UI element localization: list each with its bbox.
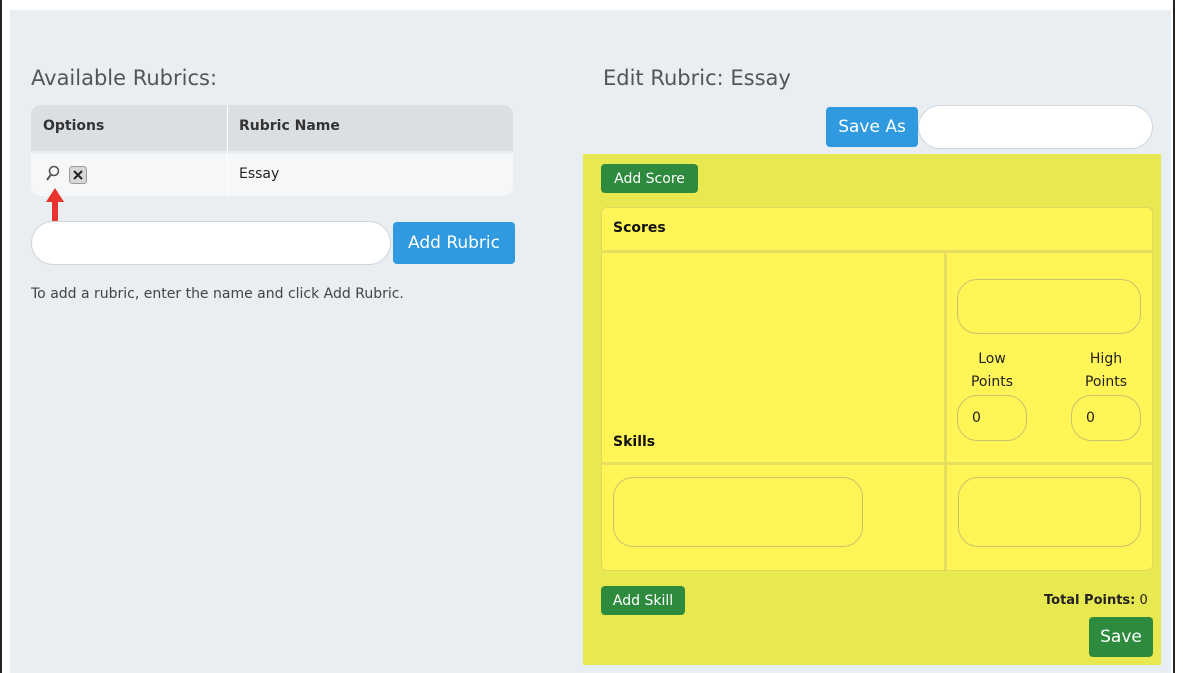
- total-points: Total Points: 0: [1044, 593, 1148, 608]
- low-points-label: Low Points: [970, 351, 1014, 390]
- grid-divider: [602, 462, 1152, 465]
- save-as-input[interactable]: [918, 105, 1153, 149]
- delete-icon[interactable]: [69, 166, 87, 184]
- low-points-input[interactable]: [957, 395, 1027, 441]
- add-rubric-input[interactable]: [31, 221, 391, 265]
- add-skill-button[interactable]: Add Skill: [601, 586, 685, 615]
- grid-divider: [944, 253, 947, 570]
- skills-label: Skills: [613, 434, 656, 450]
- column-header-options: Options: [43, 118, 105, 134]
- skill-name-input[interactable]: [613, 477, 863, 547]
- column-divider: [227, 105, 228, 196]
- rubric-name-cell[interactable]: Essay: [239, 166, 279, 182]
- skill-description-input[interactable]: [958, 477, 1141, 547]
- edit-rubric-heading: Edit Rubric: Essay: [603, 66, 791, 90]
- save-button[interactable]: Save: [1089, 617, 1153, 657]
- help-text: To add a rubric, enter the name and clic…: [31, 286, 404, 302]
- add-rubric-button[interactable]: Add Rubric: [393, 222, 515, 264]
- magnifier-icon[interactable]: [43, 164, 63, 184]
- total-points-label: Total Points:: [1044, 593, 1136, 608]
- score-name-input[interactable]: [957, 279, 1141, 334]
- high-points-input[interactable]: [1071, 395, 1141, 441]
- total-points-value: 0: [1139, 593, 1148, 608]
- scores-label: Scores: [613, 220, 666, 236]
- save-as-button[interactable]: Save As: [826, 107, 918, 147]
- grid-divider: [602, 250, 1152, 253]
- column-header-rubric-name: Rubric Name: [239, 118, 340, 134]
- high-points-label: High Points: [1084, 351, 1128, 390]
- add-score-button[interactable]: Add Score: [601, 164, 698, 193]
- available-rubrics-heading: Available Rubrics:: [31, 66, 218, 90]
